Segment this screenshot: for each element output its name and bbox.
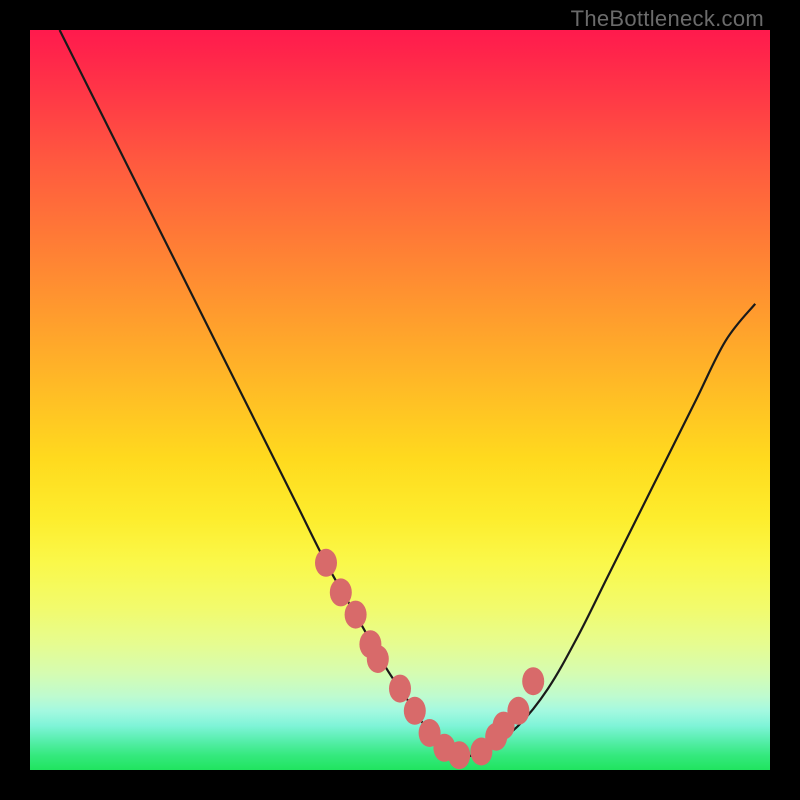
marker-point <box>367 645 389 673</box>
bottleneck-curve <box>60 30 756 756</box>
chart-frame: TheBottleneck.com <box>0 0 800 800</box>
marker-point <box>404 697 426 725</box>
marker-point <box>522 667 544 695</box>
marker-point <box>507 697 529 725</box>
marker-point <box>389 675 411 703</box>
marker-group <box>315 549 544 769</box>
marker-point <box>315 549 337 577</box>
chart-overlay <box>30 30 770 770</box>
plot-area <box>30 30 770 770</box>
marker-point <box>345 601 367 629</box>
watermark-text: TheBottleneck.com <box>571 6 764 32</box>
marker-point <box>330 578 352 606</box>
marker-point <box>448 741 470 769</box>
